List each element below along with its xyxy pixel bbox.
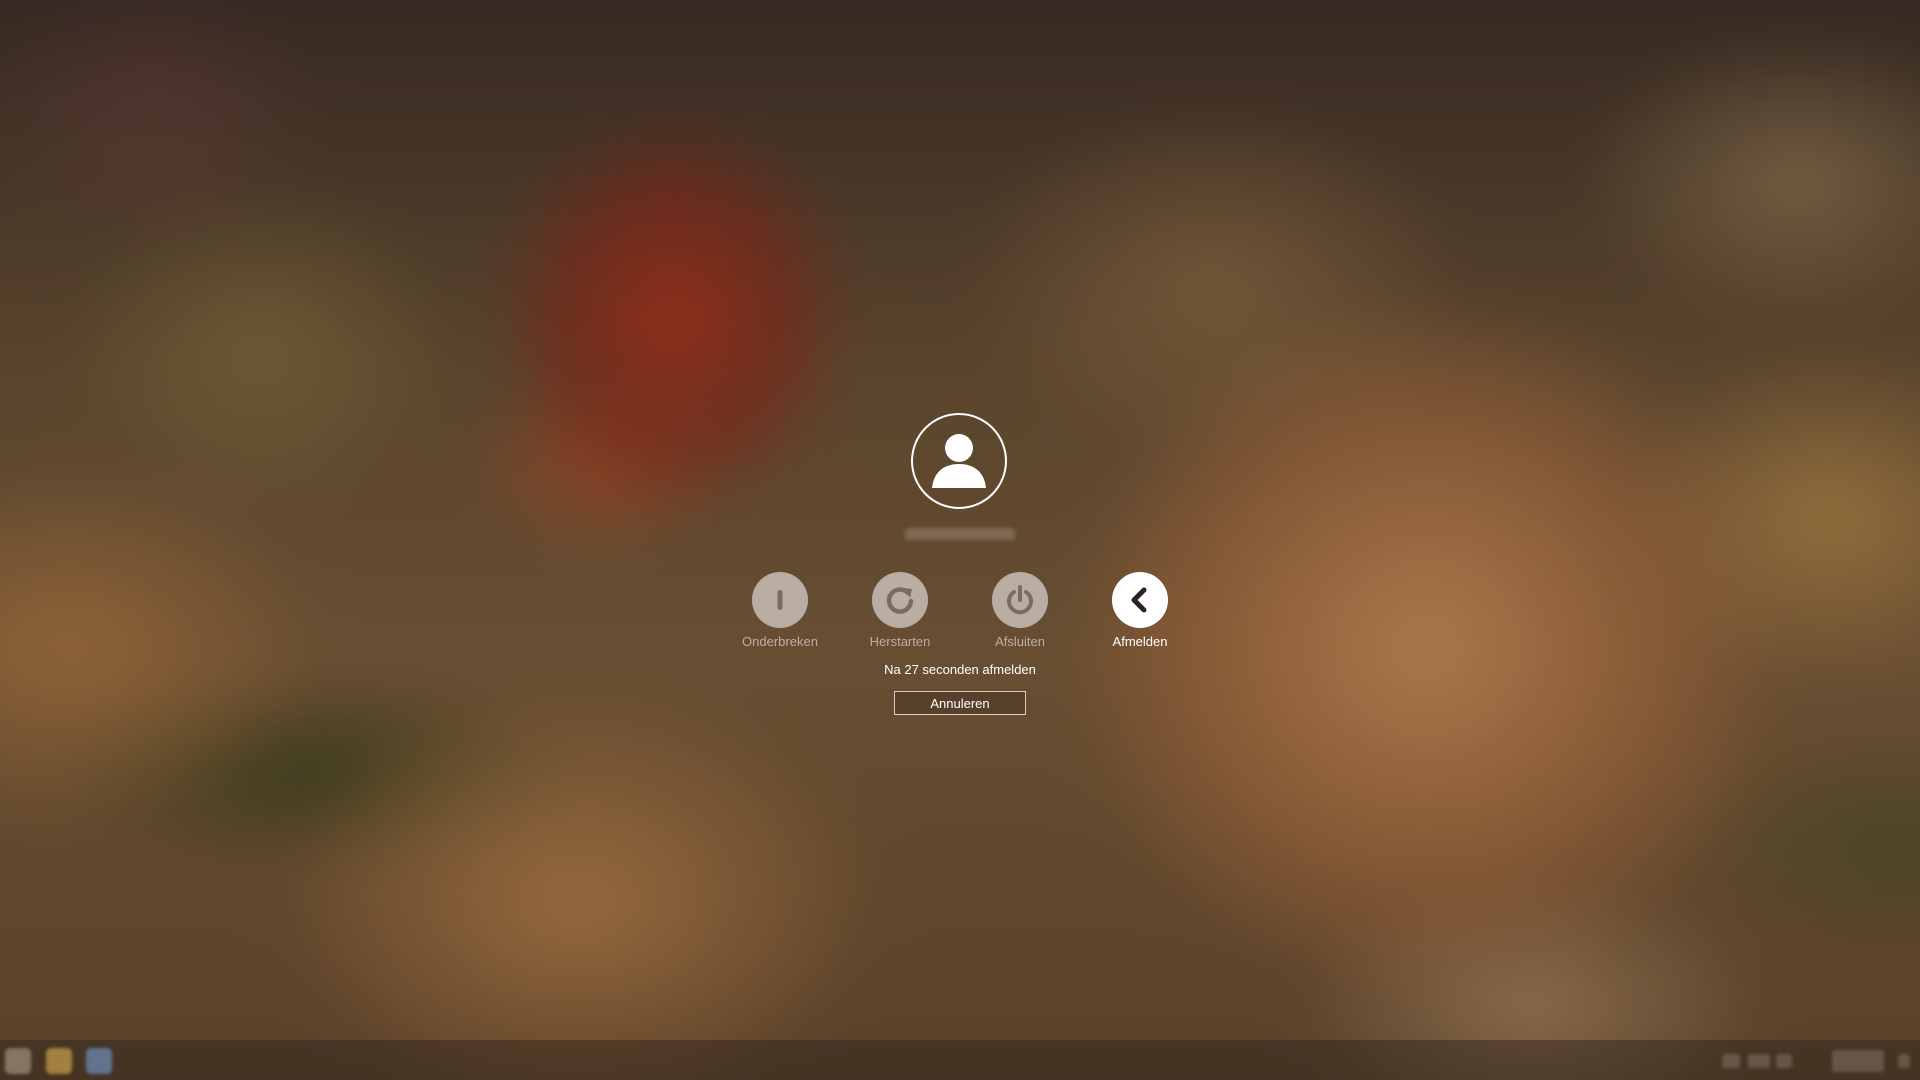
logout-dialog: Onderbreken Herstarten Afsluiten Afmelde… [0,0,1920,1080]
shutdown-button-circle[interactable] [992,572,1048,628]
logout-button[interactable]: Afmelden [1070,572,1210,649]
user-avatar [911,413,1007,509]
browser-icon[interactable] [86,1048,112,1074]
logout-arrow-icon [1131,587,1147,613]
restart-button-circle[interactable] [872,572,928,628]
files-icon[interactable] [46,1048,72,1074]
show-desktop-icon[interactable] [1898,1054,1910,1068]
countdown-message: Na 27 seconden afmelden [884,662,1036,677]
restart-icon [886,587,914,614]
suspend-button-circle[interactable] [752,572,808,628]
cancel-button[interactable]: Annuleren [894,691,1026,715]
restart-label: Herstarten [869,634,931,649]
suspend-icon [777,590,783,610]
logout-button-circle[interactable] [1112,572,1168,628]
network-icon[interactable] [1722,1054,1740,1068]
bottom-panel [0,1040,1920,1080]
panel-clock[interactable] [1832,1050,1884,1072]
menu-icon[interactable] [5,1048,31,1074]
power-icon [1007,585,1033,615]
restart-button[interactable]: Herstarten [830,572,970,649]
user-silhouette-icon [932,434,986,488]
logout-label: Afmelden [1112,634,1168,649]
user-name [905,528,1015,540]
notification-icon[interactable] [1776,1054,1792,1068]
shutdown-button[interactable]: Afsluiten [950,572,1090,649]
shutdown-label: Afsluiten [995,634,1045,649]
volume-icon[interactable] [1748,1054,1770,1068]
suspend-button[interactable]: Onderbreken [710,572,850,649]
suspend-label: Onderbreken [742,634,818,649]
logout-screen: Onderbreken Herstarten Afsluiten Afmelde… [0,0,1920,1080]
